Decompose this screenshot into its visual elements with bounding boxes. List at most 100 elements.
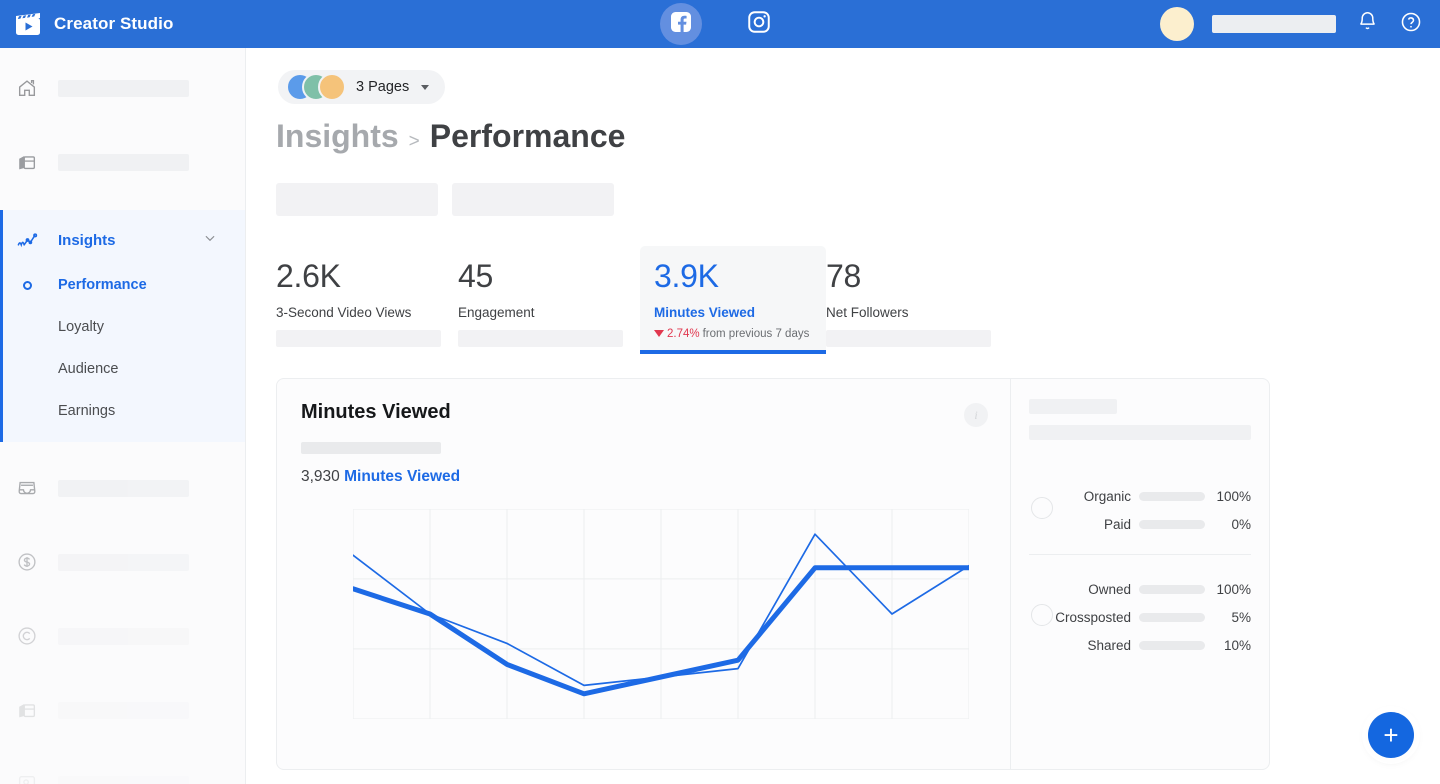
metric-label: Net Followers bbox=[826, 304, 909, 320]
distribution-row-organic: Organic 100% bbox=[1029, 482, 1251, 510]
sidebar-item-loyalty-label: Loyalty bbox=[58, 319, 104, 335]
chart-total-label: Minutes Viewed bbox=[344, 468, 461, 485]
distribution-percent: 5% bbox=[1231, 609, 1251, 625]
metric-value: 2.6K bbox=[276, 258, 341, 294]
info-icon[interactable]: i bbox=[964, 403, 988, 427]
instagram-platform-tab[interactable] bbox=[738, 3, 780, 45]
distribution-row-shared: Shared 10% bbox=[1029, 631, 1251, 659]
metric-label: Engagement bbox=[458, 304, 535, 320]
notifications-button[interactable] bbox=[1354, 11, 1380, 37]
sidebar-item-performance-label: Performance bbox=[58, 277, 147, 293]
breadcrumb-parent[interactable]: Insights bbox=[276, 118, 399, 155]
sidebar-item-pages[interactable] bbox=[0, 138, 245, 186]
circle-dot-icon bbox=[14, 280, 40, 290]
distribution-bar-track bbox=[1139, 491, 1205, 501]
page-avatar-3 bbox=[318, 73, 346, 101]
distribution-percent: 0% bbox=[1231, 516, 1251, 532]
distribution-group-reach-type: Organic 100% Paid 0% bbox=[1029, 462, 1251, 554]
metric-label: 3-Second Video Views bbox=[276, 304, 412, 320]
sidebar-item-label-placeholder bbox=[58, 627, 189, 645]
distribution-label: Paid bbox=[1103, 516, 1131, 532]
copyright-icon bbox=[14, 623, 40, 649]
help-button[interactable] bbox=[1398, 11, 1424, 37]
group-toggle-circle-icon[interactable] bbox=[1031, 604, 1053, 626]
chart-subtitle-placeholder bbox=[301, 442, 441, 454]
avatar[interactable] bbox=[1160, 7, 1194, 41]
sidebar-item-label-placeholder bbox=[58, 701, 189, 719]
metric-label: Minutes Viewed bbox=[654, 304, 756, 320]
dollar-circle-icon bbox=[14, 549, 40, 575]
sidebar-item-performance[interactable]: Performance bbox=[3, 264, 245, 306]
caret-down-icon bbox=[421, 84, 430, 90]
distribution-percent: 10% bbox=[1223, 637, 1251, 653]
page-avatars bbox=[286, 73, 346, 101]
facebook-icon bbox=[669, 10, 693, 39]
filter-bar bbox=[276, 183, 614, 216]
sidebar-item-monetization[interactable] bbox=[0, 538, 245, 586]
sidebar-item-insights[interactable]: Insights bbox=[3, 216, 245, 264]
plus-icon: + bbox=[1383, 720, 1399, 750]
pages-icon bbox=[14, 149, 40, 175]
metric-value: 78 bbox=[826, 258, 861, 294]
sidebar-item-label-placeholder bbox=[58, 153, 189, 171]
sidebar-item-account-settings[interactable] bbox=[0, 760, 245, 784]
distribution-row-crossposted: Crossposted 5% bbox=[1029, 603, 1251, 631]
distribution-label: Organic bbox=[1083, 488, 1131, 504]
user-settings-icon bbox=[14, 771, 40, 784]
metric-delta-suffix: from previous 7 days bbox=[702, 327, 810, 340]
metric-card-minutes-viewed[interactable]: 3.9K Minutes Viewed 2.74% from previous … bbox=[640, 246, 826, 354]
home-icon bbox=[14, 75, 40, 101]
distribution-subtitle-placeholder bbox=[1029, 425, 1251, 440]
distribution-bar-track bbox=[1139, 519, 1205, 529]
minutes-viewed-panel: Minutes Viewed 3,930 Minutes Viewed i Or… bbox=[276, 378, 1270, 770]
metric-value: 45 bbox=[458, 258, 493, 294]
filter-placeholder-2[interactable] bbox=[452, 183, 614, 216]
folder-icon bbox=[14, 697, 40, 723]
bell-icon bbox=[1357, 11, 1378, 37]
metric-card-net-followers[interactable]: 78 Net Followers bbox=[826, 246, 1008, 347]
inbox-icon bbox=[14, 475, 40, 501]
sidebar-item-library[interactable] bbox=[0, 686, 245, 734]
filter-placeholder-1[interactable] bbox=[276, 183, 438, 216]
sidebar-item-earnings[interactable]: Earnings bbox=[3, 390, 245, 432]
trend-line-icon bbox=[14, 227, 40, 253]
top-bar-right-cluster bbox=[1160, 7, 1424, 41]
distribution-group-ownership: Owned 100% Crossposted 5% Shared 10% bbox=[1029, 554, 1251, 675]
triangle-down-icon bbox=[654, 330, 664, 338]
distribution-row-owned: Owned 100% bbox=[1029, 575, 1251, 603]
minutes-viewed-line-chart bbox=[350, 508, 972, 720]
instagram-icon bbox=[746, 9, 772, 40]
distribution-title-placeholder bbox=[1029, 399, 1117, 414]
metric-card-row: 2.6K 3-Second Video Views 45 Engagement … bbox=[276, 246, 1008, 354]
pages-selector-label: 3 Pages bbox=[356, 79, 410, 95]
sidebar: Insights Performance Loyalty Audience Ea… bbox=[0, 48, 246, 784]
metric-placeholder-bar bbox=[826, 329, 991, 347]
sidebar-item-inbox[interactable] bbox=[0, 464, 245, 512]
sidebar-item-rights-manager[interactable] bbox=[0, 612, 245, 660]
breadcrumb-separator: > bbox=[408, 131, 420, 152]
metric-card-video-views[interactable]: 2.6K 3-Second Video Views bbox=[276, 246, 458, 347]
distribution-label: Owned bbox=[1088, 581, 1131, 597]
distribution-label: Shared bbox=[1087, 637, 1131, 653]
chart-total-value: 3,930 bbox=[301, 468, 340, 485]
chevron-down-icon[interactable] bbox=[203, 231, 217, 250]
sidebar-item-label-placeholder bbox=[58, 553, 189, 571]
metric-delta: 2.74% from previous 7 days bbox=[654, 328, 812, 340]
metric-value: 3.9K bbox=[654, 258, 719, 294]
chart-title: Minutes Viewed bbox=[301, 401, 451, 423]
sidebar-item-earnings-label: Earnings bbox=[58, 403, 116, 419]
sidebar-item-home[interactable] bbox=[0, 64, 245, 112]
sidebar-item-audience[interactable]: Audience bbox=[3, 348, 245, 390]
metric-card-engagement[interactable]: 45 Engagement bbox=[458, 246, 640, 347]
pages-selector[interactable]: 3 Pages bbox=[278, 70, 446, 104]
create-button[interactable]: + bbox=[1368, 712, 1414, 758]
account-name-placeholder bbox=[1212, 15, 1336, 33]
distribution-row-paid: Paid 0% bbox=[1029, 510, 1251, 538]
group-toggle-circle-icon[interactable] bbox=[1031, 497, 1053, 519]
sidebar-item-loyalty[interactable]: Loyalty bbox=[3, 306, 245, 348]
distribution-bar-track bbox=[1139, 584, 1205, 594]
distribution-panel: Organic 100% Paid 0% Owned 100% Crosspos… bbox=[1010, 379, 1269, 769]
facebook-platform-tab[interactable] bbox=[660, 3, 702, 45]
main-content: 3 Pages Insights > Performance 2.6K 3-Se… bbox=[246, 48, 1440, 784]
help-circle-icon bbox=[1400, 11, 1422, 38]
